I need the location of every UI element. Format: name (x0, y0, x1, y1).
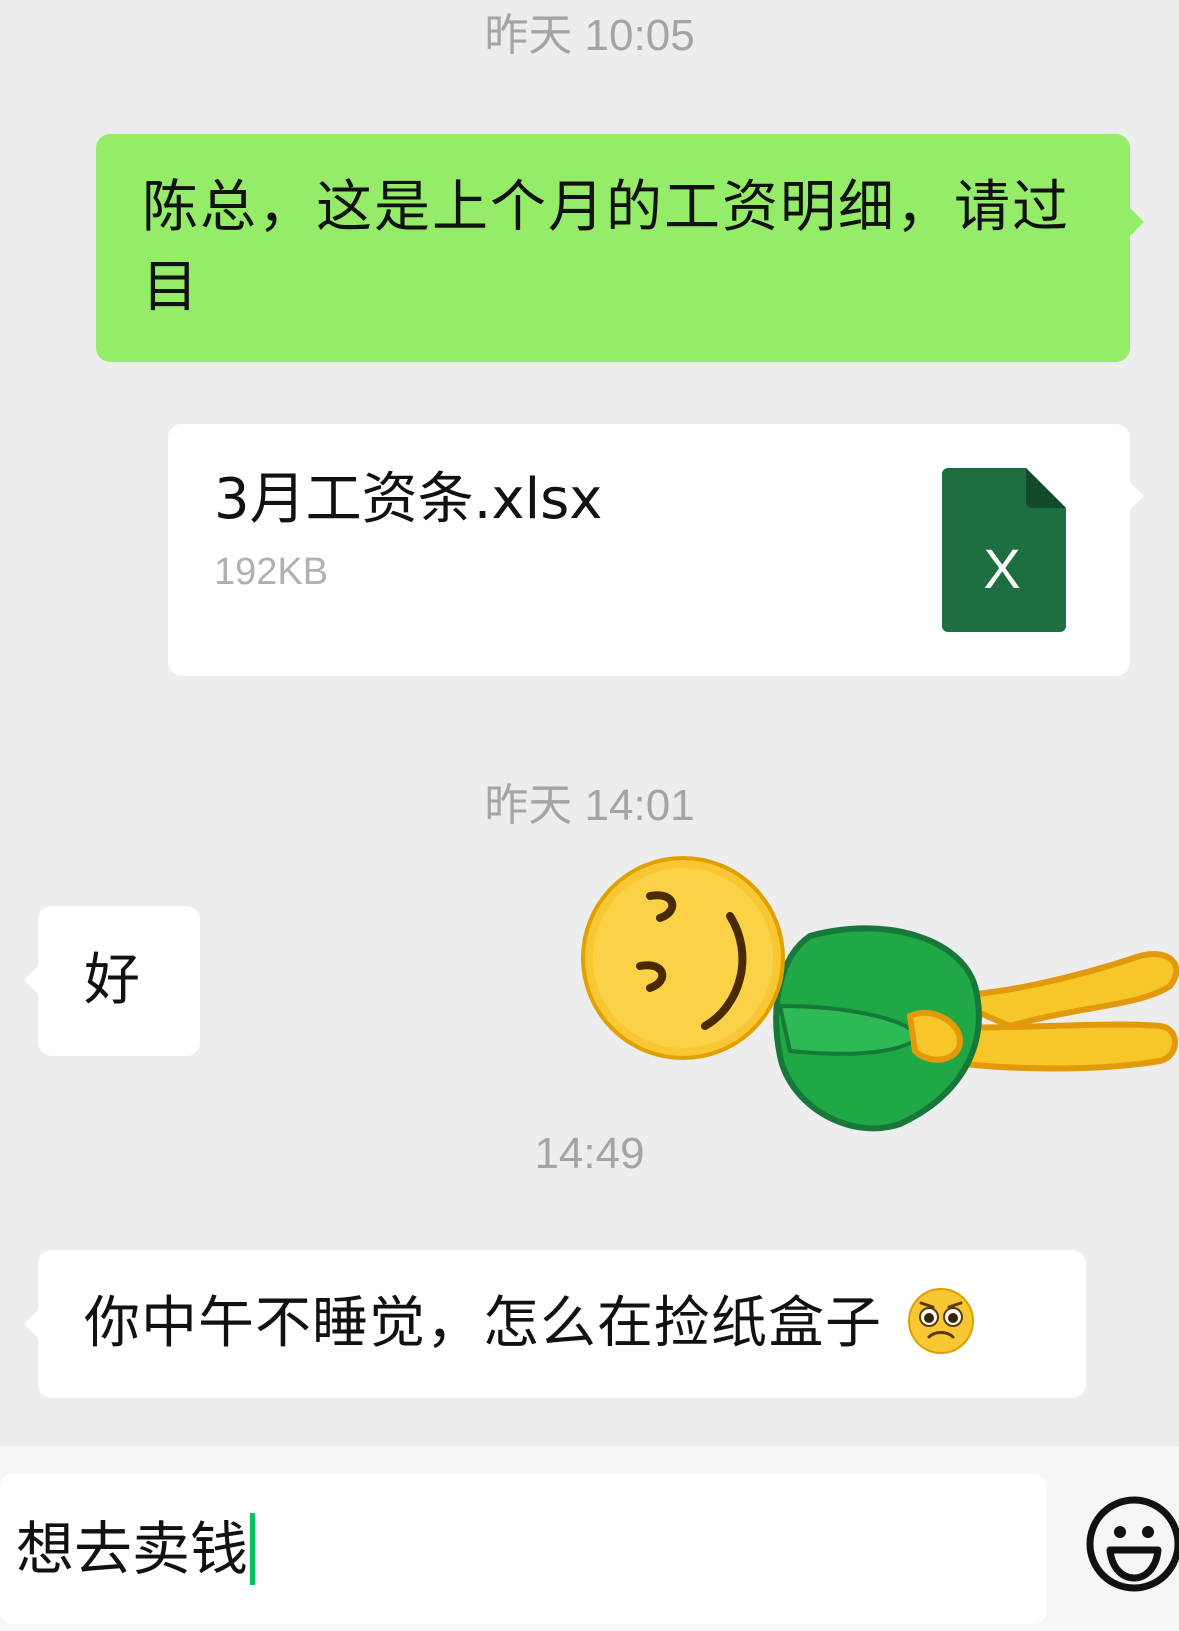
input-text: 想去卖钱 (16, 1515, 249, 1583)
timestamp: 昨天 14:01 (484, 781, 695, 830)
excel-file-icon: X (942, 468, 1066, 632)
bubble-tail (1128, 206, 1144, 238)
message-text: 好 (84, 948, 140, 1013)
timestamp: 昨天 10:05 (484, 11, 695, 60)
pleading-face-emoji (907, 1287, 974, 1354)
bubble-tail (1128, 480, 1144, 512)
bubble-tail (24, 1308, 40, 1340)
file-size: 192KB (214, 551, 329, 593)
timestamp: 14:49 (534, 1129, 645, 1178)
file-message-bubble[interactable]: 3月工资条.xlsx 192KB X (168, 424, 1144, 676)
file-type-letter: X (983, 537, 1020, 600)
message-input[interactable]: 想去卖钱 (0, 1474, 1046, 1624)
incoming-message-bubble[interactable]: 你中午不睡觉，怎么在捡纸盒子 (24, 1250, 1086, 1398)
bubble-tail (24, 964, 40, 996)
file-name: 3月工资条.xlsx (214, 467, 603, 532)
message-text: 陈总，这是上个月的工资明细，请过目 (142, 175, 1070, 320)
incoming-message-bubble[interactable]: 好 (24, 906, 200, 1056)
outgoing-message-bubble[interactable]: 陈总，这是上个月的工资明细，请过目 (96, 134, 1144, 362)
chat-window: 昨天 10:05 陈总，这是上个月的工资明细，请过目 3月工资条.xlsx 19… (0, 0, 1179, 1631)
message-text: 你中午不睡觉，怎么在捡纸盒子 (84, 1291, 882, 1356)
lying-down-sticker[interactable] (580, 856, 1179, 1136)
text-caret (250, 1512, 256, 1585)
smiley-face-icon[interactable] (1084, 1494, 1179, 1594)
